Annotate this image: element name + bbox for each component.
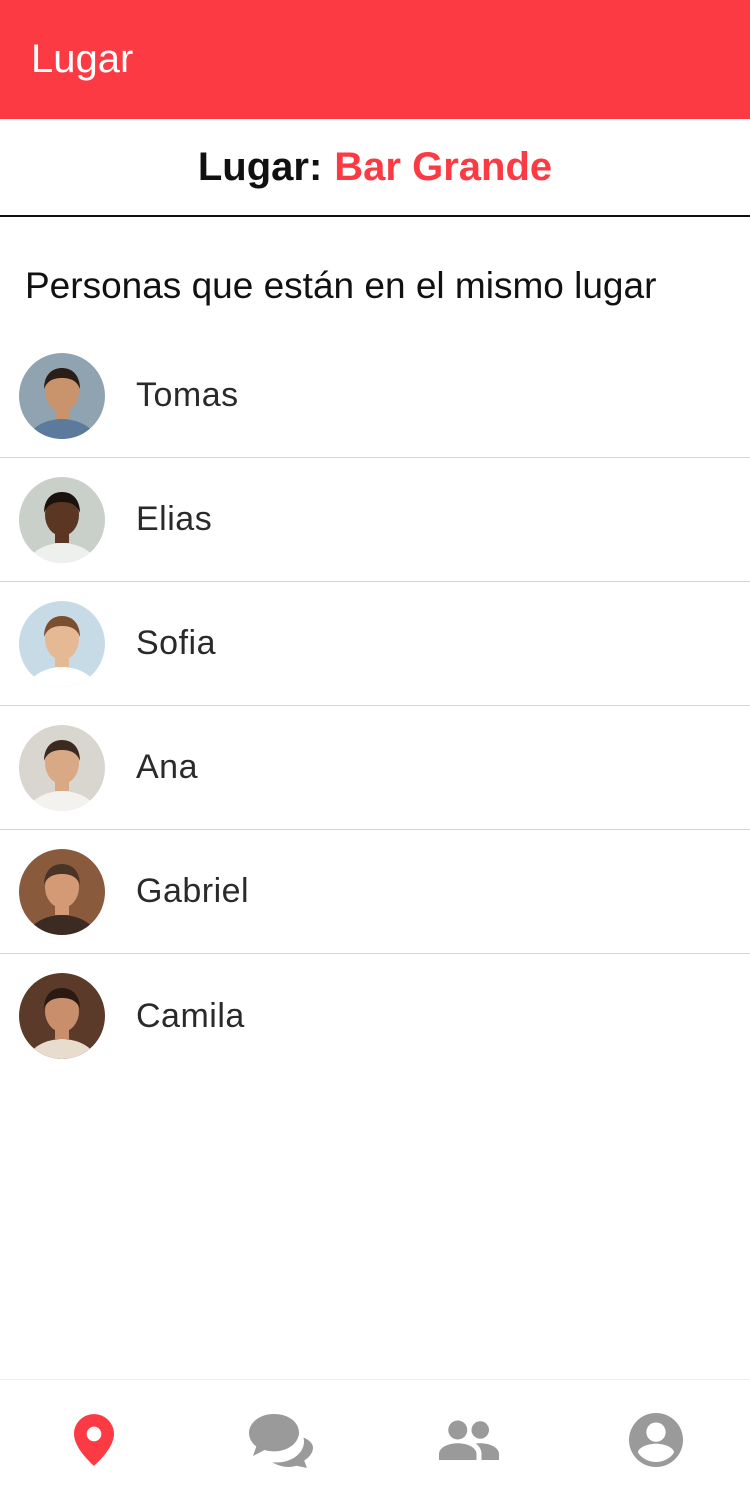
person-name: Camila xyxy=(136,996,245,1035)
app-root: Lugar Lugar: Bar Grande Personas que est… xyxy=(0,0,750,1500)
place-header: Lugar: Bar Grande xyxy=(0,119,750,217)
account-circle-icon xyxy=(629,1413,684,1467)
avatar-photo xyxy=(19,724,105,811)
bottom-nav xyxy=(0,1379,750,1500)
people-icon xyxy=(438,1420,499,1460)
person-row[interactable]: Camila xyxy=(0,954,750,1078)
person-name: Gabriel xyxy=(136,872,250,910)
app-bar: Lugar xyxy=(0,0,750,119)
person-name: Sofia xyxy=(136,624,216,662)
nav-item-location[interactable] xyxy=(34,1380,154,1500)
avatar-photo xyxy=(19,476,105,563)
avatar xyxy=(19,973,105,1059)
avatar-photo xyxy=(19,352,105,439)
avatar-photo xyxy=(19,600,105,687)
app-bar-title: Lugar xyxy=(31,37,134,81)
avatar xyxy=(19,352,105,439)
person-row[interactable]: Sofia xyxy=(0,582,750,706)
avatar xyxy=(19,724,105,811)
person-name: Elias xyxy=(136,500,213,538)
avatar xyxy=(19,848,105,935)
people-list: Tomas Elias Sofia Ana Gabriel Camila xyxy=(0,334,750,1078)
nav-item-people[interactable] xyxy=(409,1380,529,1500)
person-row[interactable]: Gabriel xyxy=(0,830,750,954)
place-label: Lugar: xyxy=(197,144,323,189)
avatar-photo xyxy=(19,848,105,935)
place-name: Bar Grande xyxy=(334,144,553,189)
avatar xyxy=(19,476,105,563)
nav-item-profile[interactable] xyxy=(596,1380,716,1500)
person-name: Tomas xyxy=(136,376,239,414)
person-name: Ana xyxy=(136,748,198,786)
section-title: Personas que están en el mismo lugar xyxy=(25,265,657,306)
avatar-photo xyxy=(19,973,105,1059)
person-row[interactable]: Elias xyxy=(0,458,750,582)
location-pin-icon xyxy=(73,1414,114,1466)
chat-bubbles-icon xyxy=(249,1414,314,1468)
avatar xyxy=(19,600,105,687)
nav-item-chats[interactable] xyxy=(221,1380,341,1500)
person-row[interactable]: Ana xyxy=(0,706,750,830)
person-row[interactable]: Tomas xyxy=(0,334,750,458)
